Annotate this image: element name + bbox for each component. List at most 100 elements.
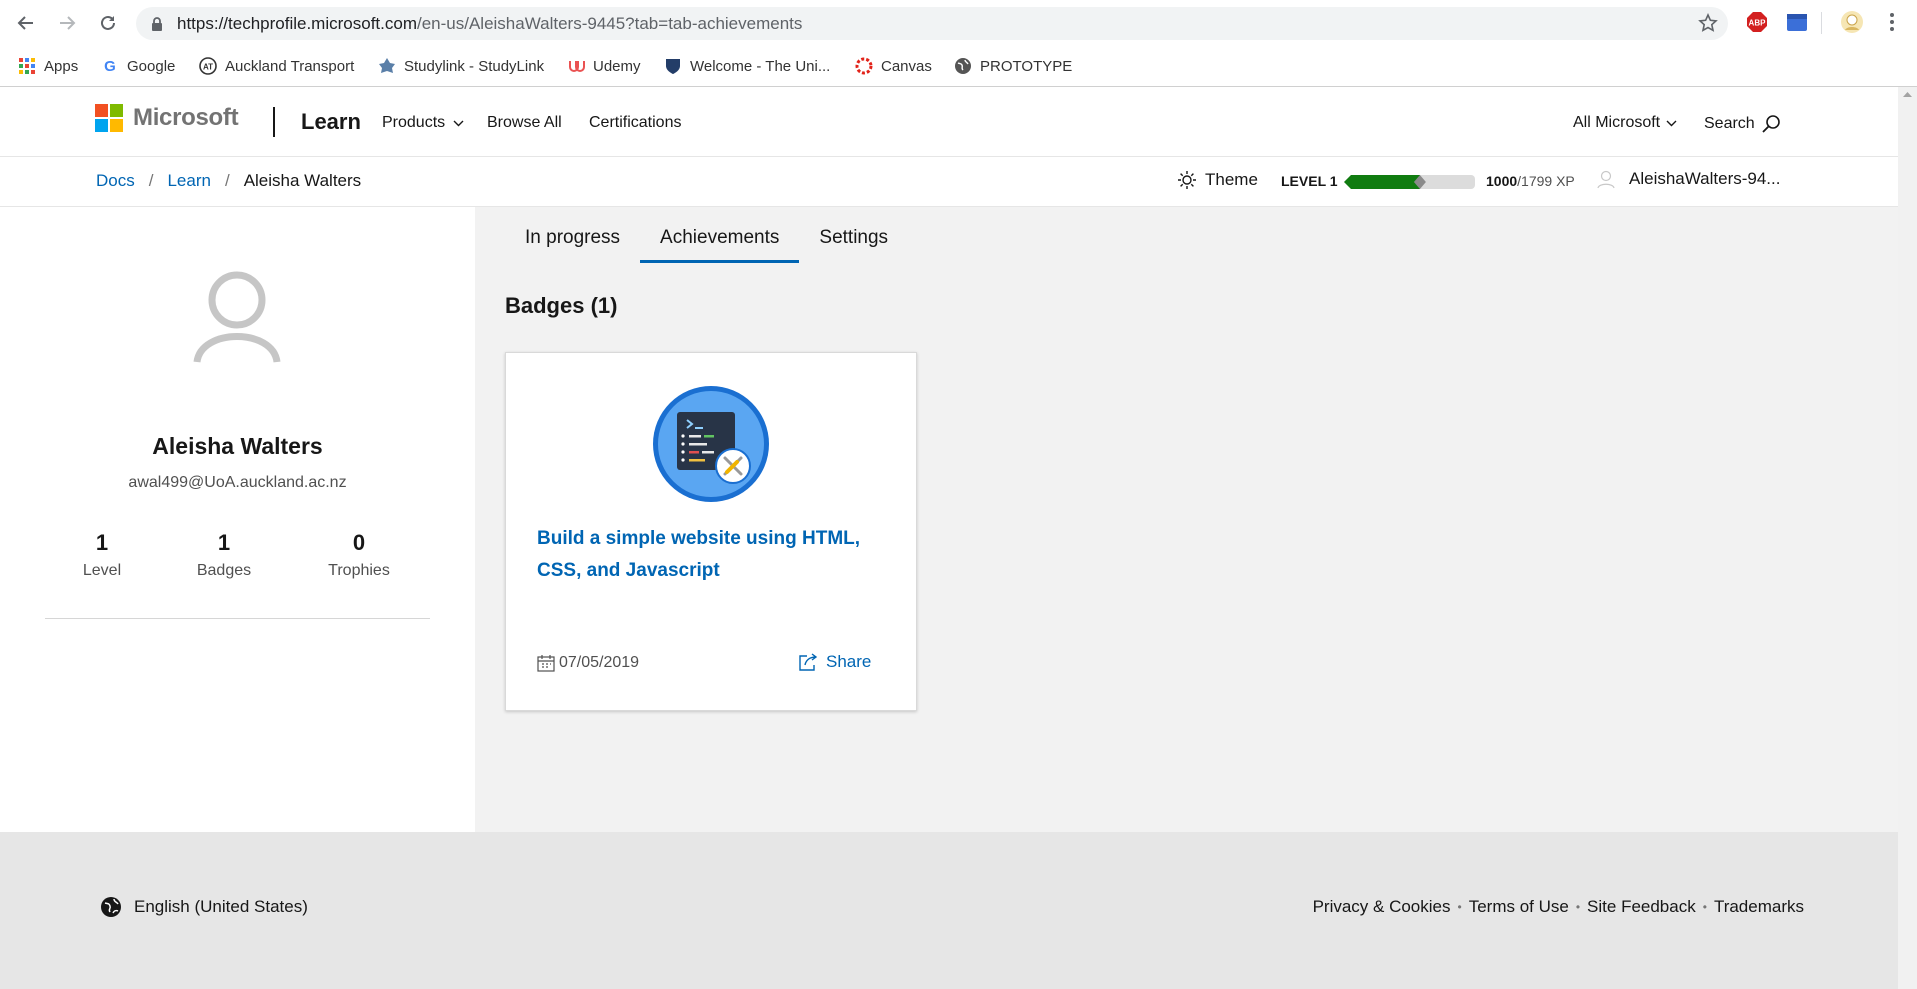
profile-email: awal499@UoA.auckland.ac.nz [128,474,347,491]
stat-label: Badges [196,562,252,579]
all-microsoft-label: All Microsoft [1573,114,1661,131]
sidebar-divider [45,618,430,619]
xp-progress-bar [1344,175,1475,189]
breadcrumb-separator: / [148,171,154,190]
privacy-link[interactable]: Privacy & Cookies [1313,897,1451,917]
badge-date: 07/05/2019 [537,654,639,672]
bookmark-label: Studylink - StudyLink [404,57,545,75]
profile-avatar-icon [1841,11,1863,33]
forward-button[interactable] [55,11,79,35]
microsoft-logo[interactable]: Microsoft [95,104,239,132]
products-menu[interactable]: Products [382,114,464,132]
bookmark-udemy[interactable]: Udemy [567,53,641,79]
brand-name: Microsoft [133,104,239,131]
profile-tabs: In progress Achievements Settings [505,207,908,263]
footer-separator: • [1575,900,1581,914]
more-vertical-icon [1890,13,1894,31]
badges-heading: Badges (1) [505,293,618,318]
stat-level: 1 Level [47,530,157,580]
user-menu[interactable]: AleishaWalters-94... [1596,169,1780,189]
site-feedback-link[interactable]: Site Feedback [1587,897,1696,917]
footer-links: Privacy & Cookies • Terms of Use • Site … [1313,897,1804,917]
stat-trophies: 0 Trophies [304,530,414,580]
breadcrumb-bar: Docs / Learn / Aleisha Walters Theme LEV… [0,157,1898,207]
badge-image [653,386,769,502]
tab-achievements[interactable]: Achievements [640,207,800,263]
bookmark-prototype[interactable]: PROTOTYPE [954,53,1072,79]
breadcrumb-docs[interactable]: Docs [96,171,135,191]
sun-icon [1178,171,1196,189]
svg-text:AT: AT [203,63,213,72]
google-icon: G [101,57,119,75]
back-arrow-icon [17,16,33,30]
svg-text:ABP: ABP [1749,19,1767,28]
profile-name: Aleisha Walters [152,433,323,459]
scroll-up-arrow-icon[interactable] [1903,91,1912,97]
badge-date-text: 07/05/2019 [559,654,640,671]
share-icon [799,653,818,671]
bookmark-label: Welcome - The Uni... [690,57,831,75]
browser-menu-button[interactable] [1880,10,1904,34]
all-microsoft-menu[interactable]: All Microsoft [1573,114,1677,132]
badge-title-link[interactable]: Build a simple website using HTML, CSS, … [537,523,887,587]
calendar-extension-button[interactable] [1785,10,1809,34]
university-shield-icon [664,57,682,75]
bookmark-google[interactable]: G Google [101,53,175,79]
forward-arrow-icon [60,16,76,30]
bookmark-label: Apps [44,57,79,75]
bookmark-auckland-transport[interactable]: AT Auckland Transport [199,53,354,79]
bookmark-university[interactable]: Welcome - The Uni... [664,53,830,79]
adblock-extension-button[interactable]: ABP [1745,10,1769,34]
bookmark-star-icon[interactable] [1698,13,1718,33]
xp-current: 1000 [1486,173,1518,189]
stat-label: Level [82,562,122,579]
reload-button[interactable] [96,11,120,35]
bookmark-label: Google [127,57,176,75]
xp-total: /1799 XP [1517,173,1575,189]
auckland-transport-icon: AT [199,57,217,75]
calendar-extension-icon [1787,14,1807,31]
theme-label: Theme [1205,170,1258,189]
theme-button[interactable]: Theme [1177,170,1258,190]
search-icon [1762,115,1780,133]
badge-card[interactable]: Build a simple website using HTML, CSS, … [505,352,917,711]
page-scrollbar[interactable] [1898,87,1917,989]
udemy-icon [567,57,585,75]
profile-avatar [193,271,281,363]
profile-avatar-button[interactable] [1840,10,1864,34]
search-button[interactable]: Search [1704,114,1781,134]
header-divider [273,107,275,137]
chevron-down-icon [1666,120,1677,126]
locale-selector[interactable]: English (United States) [100,896,308,918]
adblock-icon: ABP [1747,12,1767,32]
bookmark-label: PROTOTYPE [980,57,1073,75]
toolbar-divider [1821,12,1822,34]
studylink-icon [378,57,396,75]
bookmark-apps[interactable]: Apps [18,53,78,79]
address-bar[interactable]: https://techprofile.microsoft.com/en-us/… [136,7,1728,40]
breadcrumb-learn[interactable]: Learn [167,171,210,191]
apps-grid-icon [18,57,36,75]
level-label: LEVEL 1 [1281,173,1338,189]
breadcrumb-separator: / [224,171,230,190]
terms-link[interactable]: Terms of Use [1469,897,1569,917]
certifications-link[interactable]: Certifications [589,114,681,132]
bookmark-studylink[interactable]: Studylink - StudyLink [378,53,544,79]
back-button[interactable] [14,11,38,35]
browser-toolbar: https://techprofile.microsoft.com/en-us/… [0,0,1917,47]
tab-in-progress[interactable]: In progress [505,207,640,263]
learn-home-link[interactable]: Learn [301,109,361,135]
products-label: Products [382,114,446,131]
bookmark-label: Auckland Transport [225,57,355,75]
tab-settings[interactable]: Settings [799,207,908,263]
bookmark-canvas[interactable]: Canvas [855,53,932,79]
share-button[interactable]: Share [798,652,871,672]
lock-icon [152,17,162,31]
breadcrumb-current: Aleisha Walters [243,171,362,190]
username-label: AleishaWalters-94... [1629,169,1781,188]
reload-icon [101,15,115,30]
footer-separator: • [1702,900,1707,914]
xp-readout: 1000/1799 XP [1486,173,1575,189]
trademarks-link[interactable]: Trademarks [1714,897,1804,917]
browse-all-link[interactable]: Browse All [487,114,562,132]
